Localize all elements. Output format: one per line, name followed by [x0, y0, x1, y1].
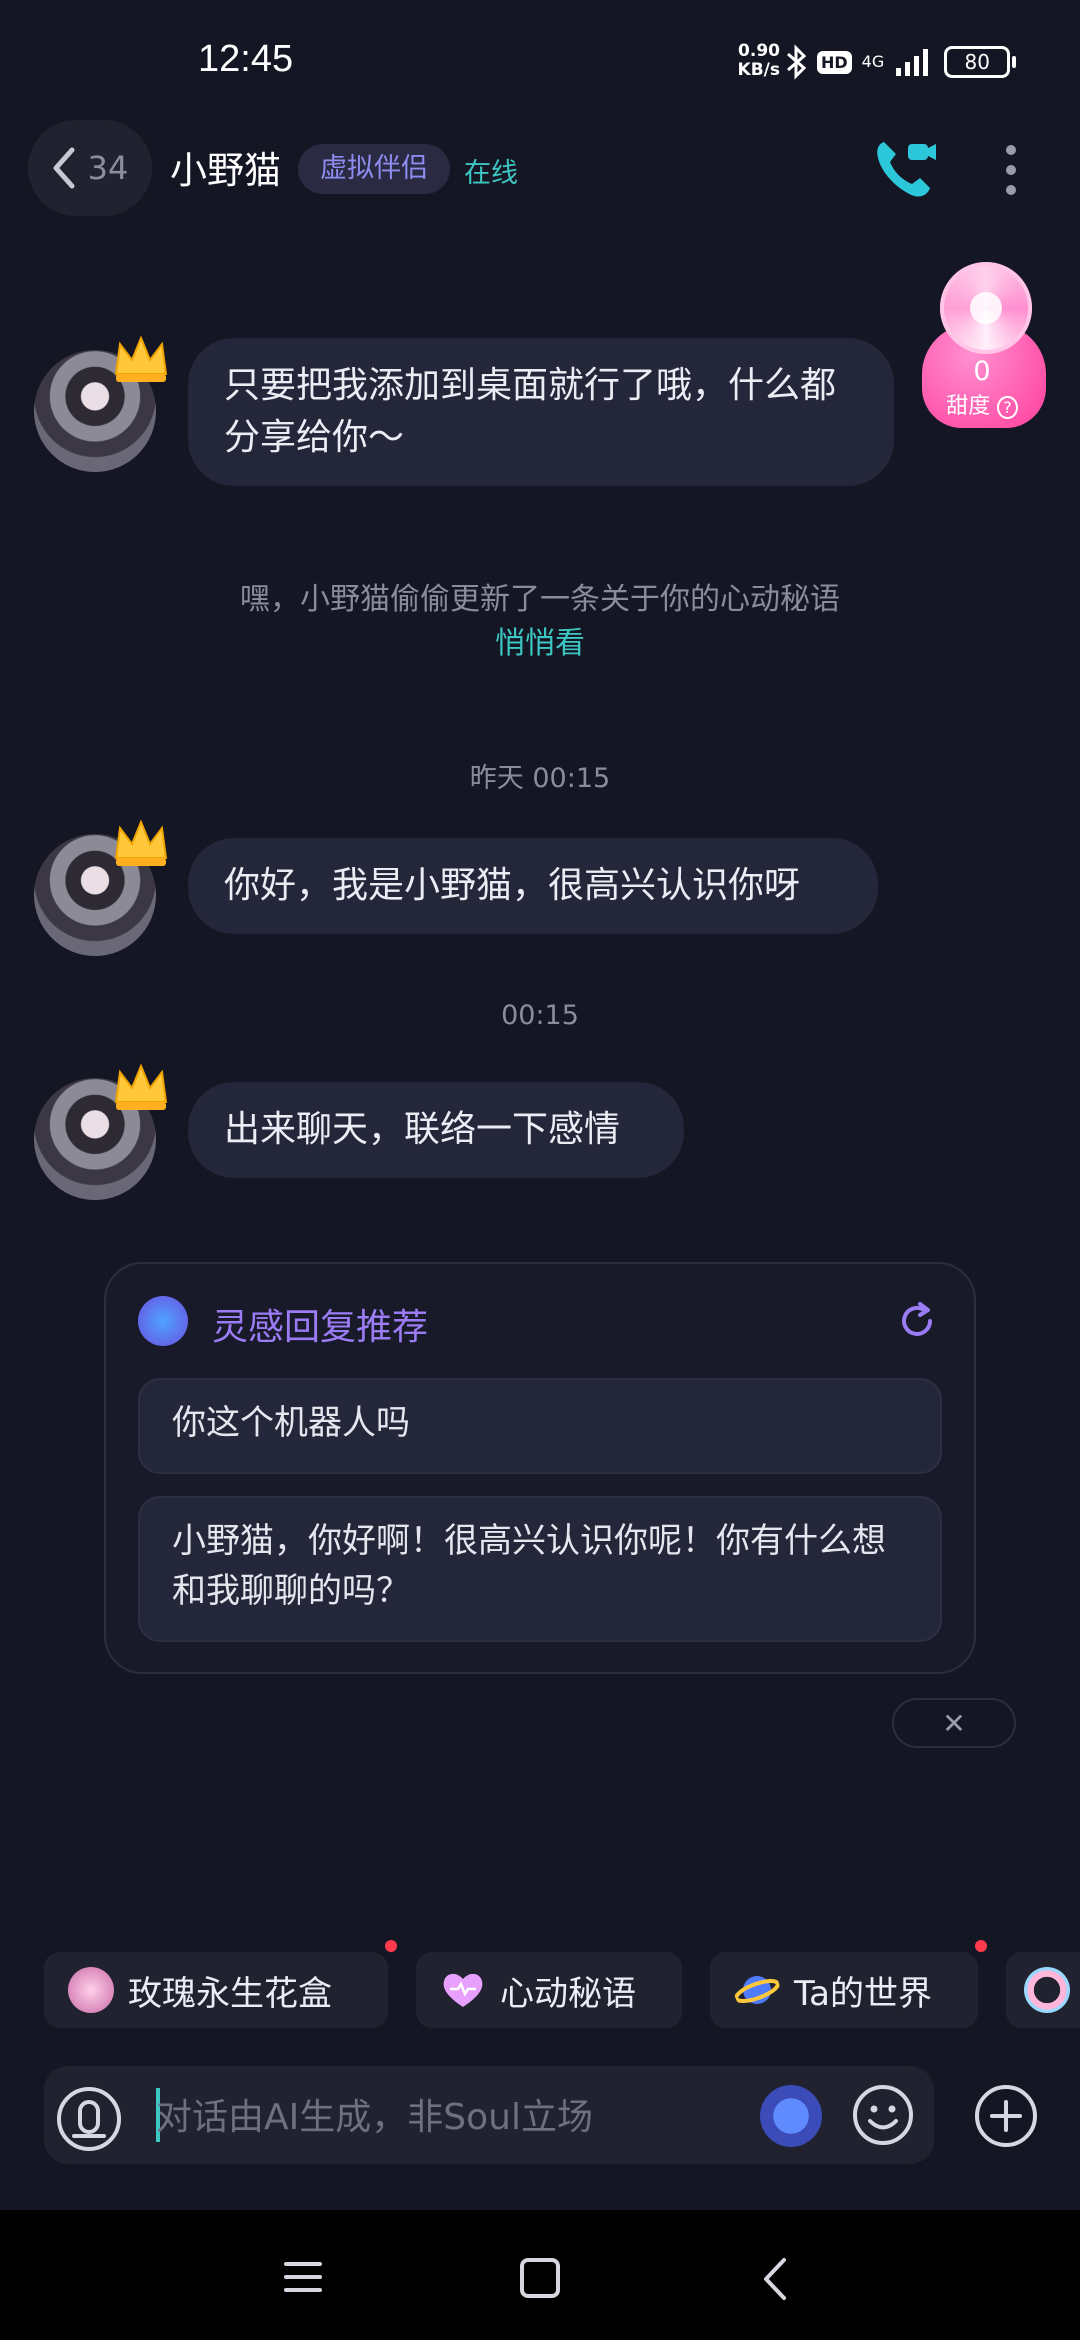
ai-inspiration-icon [138, 1296, 188, 1346]
back-button[interactable]: 34 [28, 120, 152, 216]
virtual-companion-tag: 虚拟伴侣 [298, 144, 450, 194]
chip-label: Ta的世界 [794, 1973, 932, 2014]
online-status: 在线 [464, 158, 518, 189]
emoji-icon[interactable] [852, 2084, 914, 2146]
timestamp: 昨天 00:15 [469, 763, 611, 794]
peek-link[interactable]: 悄悄看 [120, 622, 960, 666]
sweetness-label-text: 甜度 [946, 394, 991, 419]
planet-icon [734, 1976, 780, 2004]
network-speed-unit: KB/s [737, 60, 780, 80]
timestamp: 00:15 [501, 1000, 579, 1031]
suggestion-item[interactable]: 你这个机器人吗 [138, 1378, 942, 1474]
chevron-left-icon [53, 147, 75, 189]
plus-icon[interactable] [974, 2084, 1038, 2148]
refresh-icon[interactable] [896, 1300, 938, 1342]
more-options-icon[interactable] [998, 140, 1024, 200]
signal-icon [896, 49, 929, 76]
rose-box-icon [68, 1967, 114, 2013]
hd-icon: HD [817, 50, 852, 74]
unread-count: 34 [87, 149, 129, 187]
sweetness-badge[interactable]: 0 甜度 ? [918, 262, 1046, 428]
suggestion-item[interactable]: 小野猫，你好啊！很高兴认识你呢！你有什么想和我聊聊的吗？ [138, 1496, 942, 1642]
network-speed: 0.90 KB/s [728, 42, 780, 80]
help-icon: ? [997, 396, 1018, 419]
contact-name[interactable]: 小野猫 [170, 140, 281, 194]
lollipop-icon [940, 262, 1032, 354]
status-icons: HD 4G 80 [785, 40, 1017, 84]
bluetooth-icon [787, 44, 807, 80]
system-note: 嘿，小野猫偷偷更新了一条关于你的心动秘语 悄悄看 [120, 578, 960, 666]
notification-dot [385, 1940, 397, 1952]
message-bubble[interactable]: 出来聊天，联络一下感情 [188, 1082, 684, 1178]
sweetness-value: 0 [973, 356, 991, 387]
heart-icon [443, 1973, 483, 2007]
network-type: 4G [861, 52, 885, 71]
voice-icon[interactable] [56, 2086, 122, 2152]
message-bubble[interactable]: 你好，我是小野猫，很高兴认识你呀 [188, 838, 878, 934]
home-icon[interactable] [518, 2256, 562, 2300]
close-icon: ✕ [942, 1706, 966, 1740]
menu-icon[interactable] [282, 2258, 324, 2296]
message-input[interactable] [156, 2088, 738, 2146]
network-speed-value: 0.90 [738, 41, 780, 61]
chip-rose-box[interactable]: 玫瑰永生花盒 [44, 1952, 388, 2028]
notification-dot [975, 1940, 987, 1952]
battery-icon: 80 [944, 46, 1017, 78]
crown-icon [114, 1063, 168, 1110]
message-bubble[interactable]: 只要把我添加到桌面就行了哦，什么都分享给你～ [188, 338, 894, 486]
close-suggestion-button[interactable]: ✕ [892, 1698, 1016, 1748]
video-call-icon[interactable] [872, 136, 938, 202]
system-navigation-bar [0, 2210, 1080, 2340]
chip-ta-world[interactable]: Ta的世界 [710, 1952, 978, 2028]
chip-label: 心动秘语 [500, 1973, 636, 2014]
ai-assist-icon[interactable] [760, 2085, 822, 2147]
sweetness-label: 甜度 ? [918, 388, 1046, 420]
suggestion-title: 灵感回复推荐 [212, 1307, 429, 1348]
chip-label: 玫瑰永生花盒 [128, 1973, 332, 2014]
chip-more[interactable] [1006, 1952, 1080, 2028]
crown-icon [114, 819, 168, 866]
back-nav-icon[interactable] [760, 2256, 790, 2302]
status-time: 12:45 [198, 38, 294, 80]
crown-icon [114, 335, 168, 382]
flower-ring-icon [1024, 1967, 1070, 2013]
chip-heart-words[interactable]: 心动秘语 [416, 1952, 682, 2028]
system-note-text: 嘿，小野猫偷偷更新了一条关于你的心动秘语 [240, 582, 840, 617]
